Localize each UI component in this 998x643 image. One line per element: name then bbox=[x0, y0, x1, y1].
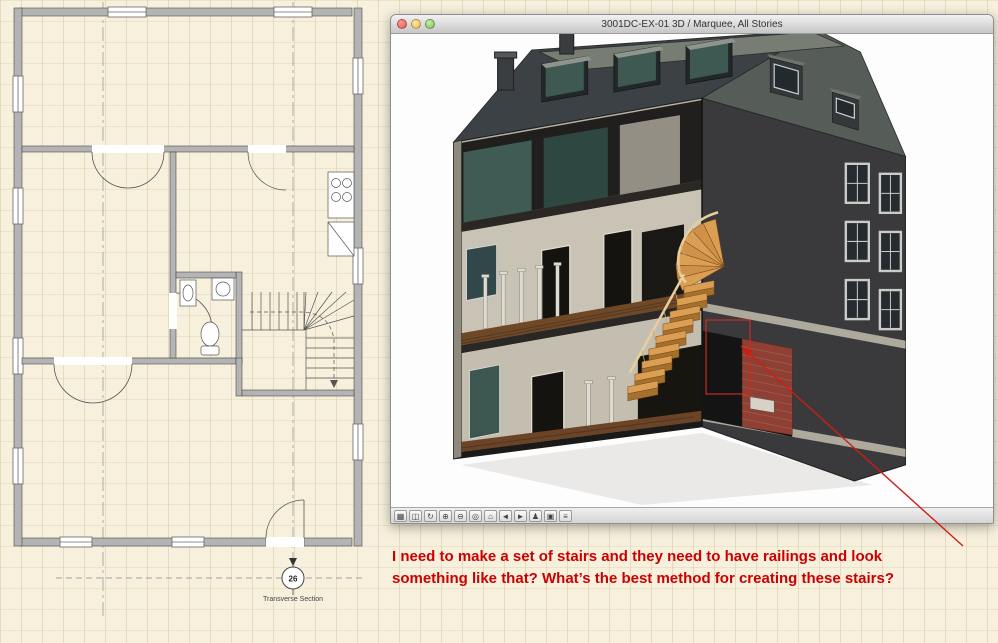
zoom-out-icon[interactable]: ⊖ bbox=[454, 509, 467, 522]
section-number: 26 bbox=[289, 575, 298, 584]
zoom-in-icon[interactable]: ⊕ bbox=[439, 509, 452, 522]
3d-viewport[interactable] bbox=[391, 34, 993, 507]
fit-in-window-icon[interactable]: ◎ bbox=[469, 509, 482, 522]
toilet bbox=[200, 321, 220, 347]
annotation-text: I need to make a set of stairs and they … bbox=[392, 546, 992, 590]
stair-symbol bbox=[242, 291, 355, 390]
chimney bbox=[559, 34, 575, 55]
window-titlebar[interactable]: 3001DC-EX-01 3D / Marquee, All Stories bbox=[391, 15, 993, 34]
annotation-line-1: I need to make a set of stairs and they … bbox=[392, 548, 883, 565]
door-arcs bbox=[53, 151, 305, 539]
view-settings-icon[interactable]: ≡ bbox=[559, 509, 572, 522]
explore-icon[interactable]: ♟ bbox=[529, 509, 542, 522]
section-marker: 26 Transverse Section bbox=[56, 558, 364, 603]
washer bbox=[211, 277, 235, 301]
app-window: 3001DC-EX-01 3D / Marquee, All Stories ▦… bbox=[390, 14, 994, 524]
axonometry-icon[interactable]: ▦ bbox=[394, 509, 407, 522]
camera-icon[interactable]: ▣ bbox=[544, 509, 557, 522]
facade bbox=[701, 97, 906, 482]
brick-wall bbox=[741, 338, 793, 436]
annotation-line-2: something like that? What’s the best met… bbox=[392, 570, 895, 587]
centerlines bbox=[102, 2, 294, 620]
floor-plan: 26 Transverse Section bbox=[12, 2, 364, 620]
close-button[interactable] bbox=[397, 19, 407, 29]
3d-model-view[interactable] bbox=[391, 34, 993, 507]
previous-view-icon[interactable]: ◄ bbox=[499, 509, 512, 522]
window-title: 3001DC-EX-01 3D / Marquee, All Stories bbox=[601, 18, 783, 30]
traffic-lights bbox=[397, 19, 435, 29]
minimize-button[interactable] bbox=[411, 19, 421, 29]
zoom-button[interactable] bbox=[425, 19, 435, 29]
marquee-icon[interactable]: ◫ bbox=[409, 509, 422, 522]
wall-openings bbox=[54, 145, 304, 547]
next-view-icon[interactable]: ► bbox=[514, 509, 527, 522]
home-view-icon[interactable]: ⌂ bbox=[484, 509, 497, 522]
cut-interior bbox=[452, 97, 703, 460]
drafting-canvas: 26 Transverse Section 3001DC-EX-01 3D / … bbox=[0, 0, 998, 643]
orbit-icon[interactable]: ↻ bbox=[424, 509, 437, 522]
kitchen-fixtures bbox=[327, 171, 355, 257]
bathroom-fixtures bbox=[179, 277, 235, 356]
chimney bbox=[497, 55, 515, 91]
section-label: Transverse Section bbox=[263, 596, 323, 603]
view-toolbar: ▦ ◫ ↻ ⊕ ⊖ ◎ ⌂ ◄ ► ♟ ▣ ≡ bbox=[391, 507, 993, 523]
